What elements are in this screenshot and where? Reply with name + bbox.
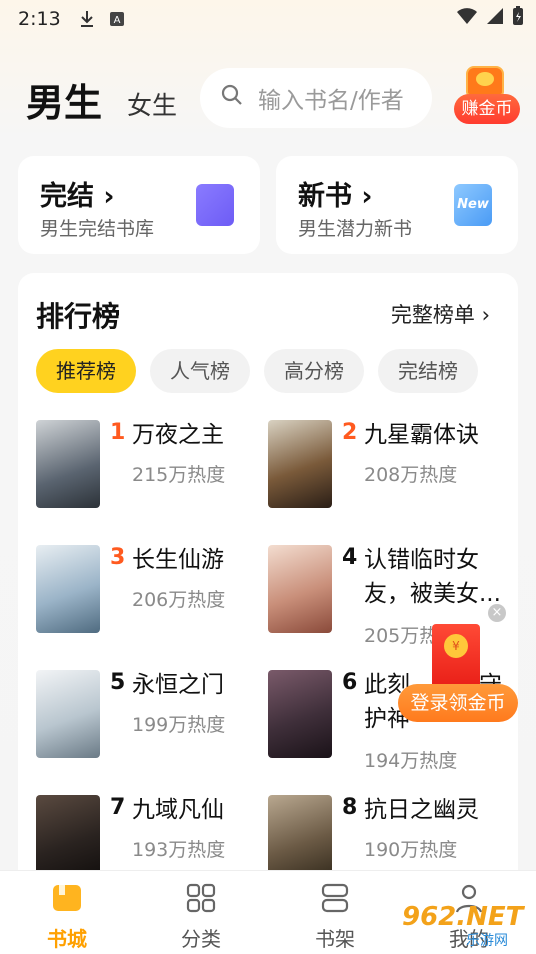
book-item[interactable]: 3 长生仙游 206万热度: [36, 545, 268, 645]
book-heat: 215万热度: [132, 464, 226, 486]
book-title: 永恒之门: [132, 672, 224, 698]
status-time: 2:13: [18, 8, 61, 30]
coin-icon: ¥: [444, 634, 468, 658]
battery-icon: [512, 6, 524, 31]
search-placeholder: 输入书名/作者: [258, 88, 404, 114]
watermark-sub: 乐游网: [466, 933, 508, 949]
book-cover: [268, 670, 332, 758]
status-bar: 2:13 A: [0, 0, 536, 38]
book-item[interactable]: 5 永恒之门 199万热度: [36, 670, 268, 770]
bookstore-icon: [50, 881, 84, 915]
close-icon[interactable]: ×: [488, 604, 506, 622]
card-title: 新书 ›: [298, 181, 373, 212]
header: 男生 女生 输入书名/作者 赚金币: [0, 62, 536, 134]
book-heat: 190万热度: [364, 839, 458, 861]
book-title: 认错临时女友，被美女...: [364, 547, 501, 607]
site-watermark: 962.NET 乐游网: [396, 900, 532, 950]
book-heat: 193万热度: [132, 839, 226, 861]
book-title: 九星霸体诀: [364, 422, 479, 448]
book-cover: [36, 420, 100, 508]
login-reward-floater[interactable]: × ¥ 登录领金币: [398, 602, 522, 722]
book-title: 万夜之主: [132, 422, 224, 448]
bookshelf-icon: [318, 881, 352, 915]
tab-recommended[interactable]: 推荐榜: [36, 349, 136, 393]
nav-category[interactable]: 分类: [134, 871, 268, 954]
book-rank: 8: [342, 795, 358, 820]
card-subtitle: 男生完结书库: [40, 218, 155, 240]
earn-coins-label: 赚金币: [454, 94, 520, 124]
nav-bookshelf[interactable]: 书架: [268, 871, 402, 954]
book-cover: [36, 545, 100, 633]
book-heat: 194万热度: [364, 750, 458, 772]
book-title: 九域凡仙: [132, 797, 224, 823]
book-cover: [268, 545, 332, 633]
book-cover: [36, 670, 100, 758]
login-reward-button[interactable]: 登录领金币: [398, 684, 518, 722]
ranking-panel: 排行榜 完整榜单 › 推荐榜 人气榜 高分榜 完结榜 1 万夜之主 215万热度…: [18, 273, 518, 893]
book-rank: 5: [110, 670, 126, 695]
nav-label: 书城: [47, 927, 87, 951]
search-icon: [220, 83, 258, 113]
nav-label: 分类: [181, 927, 221, 951]
wifi-icon: [456, 7, 478, 30]
coin-icon: [476, 72, 494, 86]
card-subtitle: 男生潜力新书: [298, 218, 413, 240]
book-rank: 4: [342, 545, 358, 570]
book-title: 抗日之幽灵: [364, 797, 479, 823]
book-item[interactable]: 2 九星霸体诀 208万热度: [268, 420, 500, 520]
watermark-main: 962.NET: [402, 902, 524, 932]
ranking-title: 排行榜: [36, 300, 121, 333]
book-rank: 3: [110, 545, 126, 570]
tab-popular[interactable]: 人气榜: [150, 349, 250, 393]
tab-male[interactable]: 男生: [26, 72, 102, 127]
tab-high-score[interactable]: 高分榜: [264, 349, 364, 393]
book-title: 长生仙游: [132, 547, 224, 573]
download-icon: [79, 10, 95, 28]
new-badge-icon: New: [454, 184, 492, 226]
purple-book-icon: [196, 184, 234, 226]
book-rank: 7: [110, 795, 126, 820]
signal-icon: [486, 7, 504, 30]
earn-coins-button[interactable]: 赚金币: [452, 64, 522, 128]
new-books-card[interactable]: 新书 › 男生潜力新书 New: [276, 156, 518, 254]
category-grid-icon: [184, 881, 218, 915]
book-heat: 199万热度: [132, 714, 226, 736]
completed-books-card[interactable]: 完结 › 男生完结书库: [18, 156, 260, 254]
book-heat: 208万热度: [364, 464, 458, 486]
svg-text:A: A: [113, 15, 120, 26]
nav-bookstore[interactable]: 书城: [0, 871, 134, 954]
book-heat: 206万热度: [132, 589, 226, 611]
full-ranking-link[interactable]: 完整榜单 ›: [391, 299, 490, 329]
red-envelope-icon: ¥: [432, 624, 480, 690]
book-rank: 2: [342, 420, 358, 445]
app-notification-icon: A: [109, 11, 125, 27]
tab-completed[interactable]: 完结榜: [378, 349, 478, 393]
book-cover: [268, 420, 332, 508]
tab-female[interactable]: 女生: [127, 86, 177, 122]
card-title: 完结 ›: [40, 181, 115, 212]
book-rank: 6: [342, 670, 358, 695]
book-rank: 1: [110, 420, 126, 445]
book-item[interactable]: 1 万夜之主 215万热度: [36, 420, 268, 520]
search-input[interactable]: 输入书名/作者: [200, 68, 432, 128]
ranking-tabs: 推荐榜 人气榜 高分榜 完结榜: [36, 349, 478, 393]
nav-label: 书架: [315, 927, 355, 951]
